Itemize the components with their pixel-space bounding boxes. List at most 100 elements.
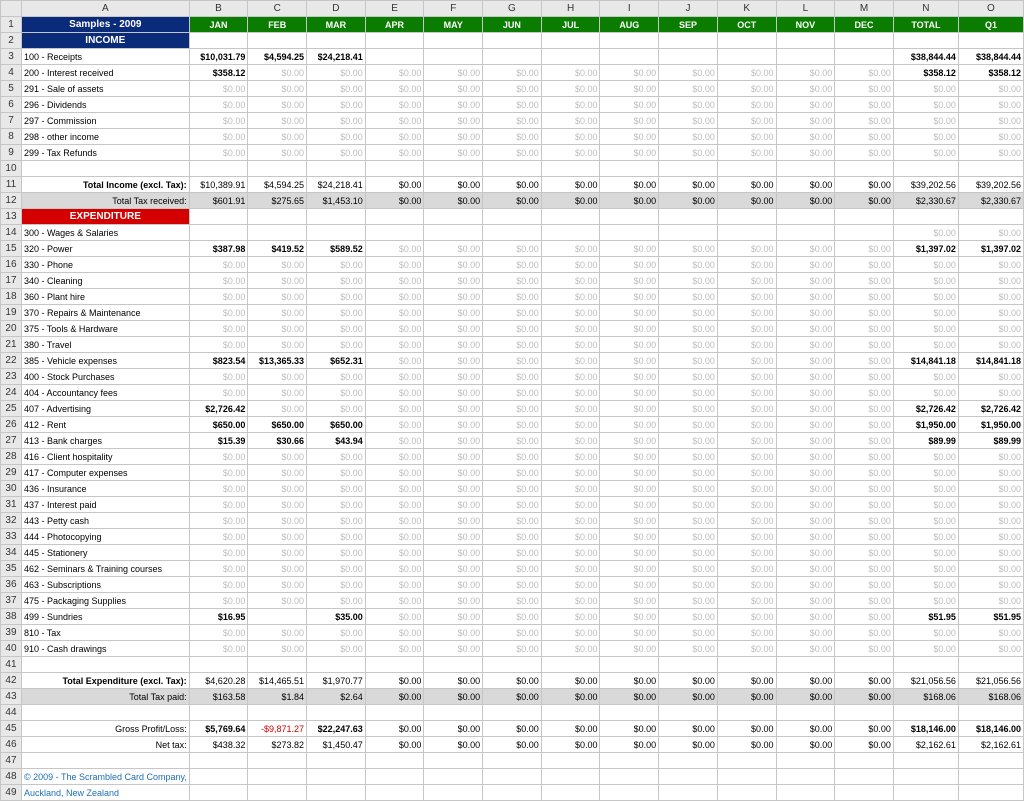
data-row: 5291 - Sale of assets$0.00$0.00$0.00$0.0… bbox=[1, 81, 1024, 97]
income-section-header[interactable]: INCOME bbox=[21, 33, 189, 49]
row-label[interactable]: 298 - other income bbox=[21, 129, 189, 145]
month-header[interactable]: APR bbox=[365, 17, 424, 33]
row-label[interactable]: 499 - Sundries bbox=[21, 609, 189, 625]
month-header[interactable]: MAY bbox=[424, 17, 483, 33]
row-label[interactable]: 340 - Cleaning bbox=[21, 273, 189, 289]
column-header[interactable]: F bbox=[424, 1, 483, 17]
row-label[interactable]: 330 - Phone bbox=[21, 257, 189, 273]
month-header[interactable]: DEC bbox=[835, 17, 894, 33]
data-row: 29417 - Computer expenses$0.00$0.00$0.00… bbox=[1, 465, 1024, 481]
column-header[interactable]: C bbox=[248, 1, 307, 17]
data-row: 21380 - Travel$0.00$0.00$0.00$0.00$0.00$… bbox=[1, 337, 1024, 353]
month-header[interactable]: FEB bbox=[248, 17, 307, 33]
row-label[interactable]: 375 - Tools & Hardware bbox=[21, 321, 189, 337]
footer-line1: © 2009 - The Scrambled Card Company, bbox=[21, 769, 189, 785]
data-row: 33444 - Photocopying$0.00$0.00$0.00$0.00… bbox=[1, 529, 1024, 545]
row-label[interactable]: 360 - Plant hire bbox=[21, 289, 189, 305]
row-label[interactable]: 300 - Wages & Salaries bbox=[21, 225, 189, 241]
row-label[interactable]: 200 - Interest received bbox=[21, 65, 189, 81]
month-header[interactable]: JAN bbox=[189, 17, 248, 33]
column-header[interactable]: E bbox=[365, 1, 424, 17]
column-header-row: ABCDEFGHIJKLMNO bbox=[1, 1, 1024, 17]
row-label[interactable]: 407 - Advertising bbox=[21, 401, 189, 417]
column-header[interactable]: M bbox=[835, 1, 894, 17]
data-row: 32443 - Petty cash$0.00$0.00$0.00$0.00$0… bbox=[1, 513, 1024, 529]
footer-line2: Auckland, New Zealand bbox=[21, 785, 189, 801]
row-label[interactable]: 463 - Subscriptions bbox=[21, 577, 189, 593]
data-row: 36463 - Subscriptions$0.00$0.00$0.00$0.0… bbox=[1, 577, 1024, 593]
data-row: 8298 - other income$0.00$0.00$0.00$0.00$… bbox=[1, 129, 1024, 145]
month-header[interactable]: JUL bbox=[541, 17, 600, 33]
data-row: 17340 - Cleaning$0.00$0.00$0.00$0.00$0.0… bbox=[1, 273, 1024, 289]
row-label[interactable]: 320 - Power bbox=[21, 241, 189, 257]
row-label[interactable]: 370 - Repairs & Maintenance bbox=[21, 305, 189, 321]
month-header[interactable]: SEP bbox=[659, 17, 718, 33]
data-row: 19370 - Repairs & Maintenance$0.00$0.00$… bbox=[1, 305, 1024, 321]
data-row: 24404 - Accountancy fees$0.00$0.00$0.00$… bbox=[1, 385, 1024, 401]
column-header[interactable]: D bbox=[307, 1, 366, 17]
data-row: 34445 - Stationery$0.00$0.00$0.00$0.00$0… bbox=[1, 545, 1024, 561]
data-row: 4200 - Interest received$358.12$0.00$0.0… bbox=[1, 65, 1024, 81]
row-label[interactable]: 475 - Packaging Supplies bbox=[21, 593, 189, 609]
row-label[interactable]: 417 - Computer expenses bbox=[21, 465, 189, 481]
gross-profit-row: 45Gross Profit/Loss:$5,769.64-$9,871.27$… bbox=[1, 721, 1024, 737]
column-header[interactable]: G bbox=[483, 1, 542, 17]
total-tax-paid-row: 43Total Tax paid:$163.58$1.84$2.64$0.00$… bbox=[1, 689, 1024, 705]
column-header[interactable]: K bbox=[717, 1, 776, 17]
row-label[interactable]: 100 - Receipts bbox=[21, 49, 189, 65]
data-row: 23400 - Stock Purchases$0.00$0.00$0.00$0… bbox=[1, 369, 1024, 385]
row-label[interactable]: 910 - Cash drawings bbox=[21, 641, 189, 657]
column-header[interactable]: B bbox=[189, 1, 248, 17]
row-label[interactable]: 299 - Tax Refunds bbox=[21, 145, 189, 161]
net-tax-row: 46Net tax:$438.32$273.82$1,450.47$0.00$0… bbox=[1, 737, 1024, 753]
row-label[interactable]: 380 - Travel bbox=[21, 337, 189, 353]
data-row: 35462 - Seminars & Training courses$0.00… bbox=[1, 561, 1024, 577]
row-label[interactable]: 296 - Dividends bbox=[21, 97, 189, 113]
row-label[interactable]: 291 - Sale of assets bbox=[21, 81, 189, 97]
row-label[interactable]: 400 - Stock Purchases bbox=[21, 369, 189, 385]
column-header[interactable]: A bbox=[21, 1, 189, 17]
row-label[interactable]: 444 - Photocopying bbox=[21, 529, 189, 545]
data-row: 20375 - Tools & Hardware$0.00$0.00$0.00$… bbox=[1, 321, 1024, 337]
row-label[interactable]: 416 - Client hospitality bbox=[21, 449, 189, 465]
row-label[interactable]: 413 - Bank charges bbox=[21, 433, 189, 449]
month-header[interactable]: AUG bbox=[600, 17, 659, 33]
column-header[interactable]: J bbox=[659, 1, 718, 17]
total-expenditure-row: 42Total Expenditure (excl. Tax):$4,620.2… bbox=[1, 673, 1024, 689]
column-header[interactable]: L bbox=[776, 1, 835, 17]
row-label[interactable]: 404 - Accountancy fees bbox=[21, 385, 189, 401]
column-header[interactable]: H bbox=[541, 1, 600, 17]
data-row: 38499 - Sundries$16.95$35.00$0.00$0.00$0… bbox=[1, 609, 1024, 625]
spreadsheet[interactable]: ABCDEFGHIJKLMNO1Samples - 2009JANFEBMARA… bbox=[0, 0, 1024, 801]
row-label[interactable]: 443 - Petty cash bbox=[21, 513, 189, 529]
month-header[interactable]: TOTAL bbox=[893, 17, 958, 33]
row-label[interactable]: 385 - Vehicle expenses bbox=[21, 353, 189, 369]
row-label[interactable]: 445 - Stationery bbox=[21, 545, 189, 561]
total-tax-received-row: 12Total Tax received:$601.91$275.65$1,45… bbox=[1, 193, 1024, 209]
row-label[interactable]: 462 - Seminars & Training courses bbox=[21, 561, 189, 577]
expenditure-section-header[interactable]: EXPENDITURE bbox=[21, 209, 189, 225]
month-header[interactable]: Q1 bbox=[958, 17, 1023, 33]
column-header[interactable] bbox=[1, 1, 22, 17]
data-row: 28416 - Client hospitality$0.00$0.00$0.0… bbox=[1, 449, 1024, 465]
data-row: 39810 - Tax$0.00$0.00$0.00$0.00$0.00$0.0… bbox=[1, 625, 1024, 641]
row-label[interactable]: 297 - Commission bbox=[21, 113, 189, 129]
column-header[interactable]: I bbox=[600, 1, 659, 17]
data-row: 3100 - Receipts$10,031.79$4,594.25$24,21… bbox=[1, 49, 1024, 65]
month-header[interactable]: NOV bbox=[776, 17, 835, 33]
data-row: 16330 - Phone$0.00$0.00$0.00$0.00$0.00$0… bbox=[1, 257, 1024, 273]
title-cell[interactable]: Samples - 2009 bbox=[21, 17, 189, 33]
column-header[interactable]: O bbox=[958, 1, 1023, 17]
row-label[interactable]: 437 - Interest paid bbox=[21, 497, 189, 513]
row-label[interactable]: 412 - Rent bbox=[21, 417, 189, 433]
data-row: 40910 - Cash drawings$0.00$0.00$0.00$0.0… bbox=[1, 641, 1024, 657]
month-header[interactable]: JUN bbox=[483, 17, 542, 33]
row-label[interactable]: 436 - Insurance bbox=[21, 481, 189, 497]
month-header[interactable]: MAR bbox=[307, 17, 366, 33]
row-label[interactable]: 810 - Tax bbox=[21, 625, 189, 641]
data-row: 6296 - Dividends$0.00$0.00$0.00$0.00$0.0… bbox=[1, 97, 1024, 113]
data-row: 26412 - Rent$650.00$650.00$650.00$0.00$0… bbox=[1, 417, 1024, 433]
month-header[interactable]: OCT bbox=[717, 17, 776, 33]
column-header[interactable]: N bbox=[893, 1, 958, 17]
data-row: 31437 - Interest paid$0.00$0.00$0.00$0.0… bbox=[1, 497, 1024, 513]
